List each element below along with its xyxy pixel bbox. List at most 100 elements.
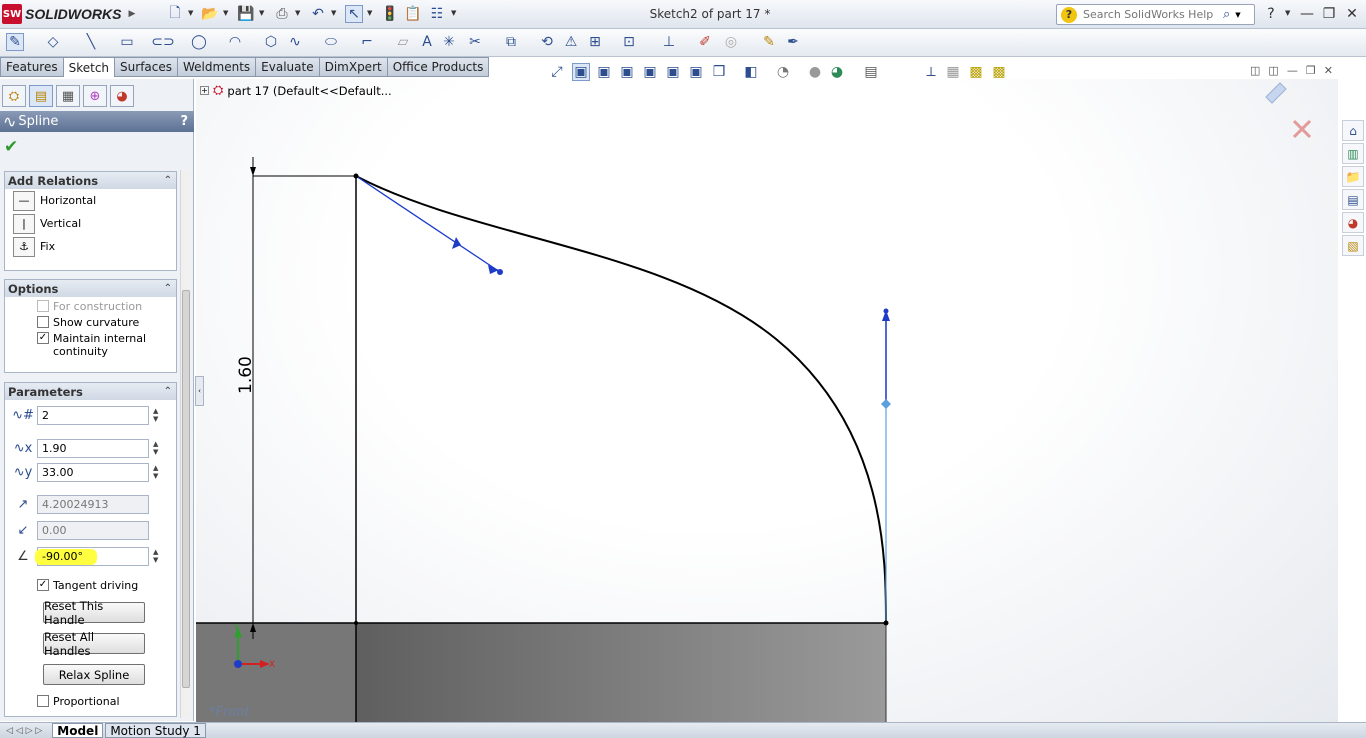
handle-diamond-end[interactable] [881,399,891,409]
tab-weldments[interactable]: Weldments [178,57,257,77]
parameters-header[interactable]: Parameters ⌃ [5,383,176,400]
text-icon[interactable]: A [418,33,436,51]
doc-minimize-icon[interactable]: — [1287,64,1298,80]
search-icon[interactable]: ⌕ [1223,7,1230,22]
dimension-value[interactable]: 1.60 [236,356,256,394]
polygon-icon[interactable]: ⬡ [262,33,280,51]
help-button[interactable]: ? [180,114,188,129]
corner-point[interactable] [354,621,358,625]
circle-icon[interactable]: ◯ [190,33,208,51]
doc-restore-icon[interactable]: ◫ [1250,64,1260,80]
exit-sketch-corner-icon[interactable] [1265,82,1287,104]
open-folder-icon[interactable]: 📂 [201,5,219,23]
dimxpert-manager-tab-icon[interactable]: ⊕ [83,85,107,107]
spline-curve[interactable] [355,175,887,624]
minimize-icon[interactable]: — [1298,5,1316,23]
handle-tip-point[interactable] [883,308,889,314]
repair-sketch-icon[interactable]: ✐ [696,33,714,51]
plane-icon[interactable]: ▱ [394,33,412,51]
warning-icon[interactable]: ⚠ [562,33,580,51]
file-properties-icon[interactable]: 📋 [404,5,422,23]
cancel-corner-icon[interactable] [1292,119,1312,139]
tab-features[interactable]: Features [0,57,64,77]
for-construction-checkbox[interactable]: For construction [5,300,176,313]
quick-snaps-icon[interactable]: ◎ [722,33,740,51]
search-box[interactable]: ? ⌕ ▼ [1056,4,1255,25]
options-icon[interactable]: ☷ [428,5,446,23]
rebuild-icon[interactable]: 🚦 [381,5,399,23]
pane-scrollbar[interactable] [180,170,191,718]
tab-sketch[interactable]: Sketch [63,57,116,77]
point-icon[interactable]: ✳ [440,33,458,51]
proportional-checkbox[interactable]: Proportional [5,695,120,708]
add-relations-header[interactable]: Add Relations ⌃ [5,172,176,189]
doc-maximize-icon[interactable]: ❐ [1306,64,1316,80]
relations-icon[interactable]: ⊥ [660,33,678,51]
view-palette-icon[interactable]: ▤ [1342,189,1364,210]
display-manager-tab-icon[interactable]: ◕ [110,85,134,107]
sketch-canvas[interactable]: 1.60 Y X [196,79,1338,724]
relation-horizontal[interactable]: — Horizontal [5,189,176,212]
print-icon[interactable]: ⎙ [273,5,291,23]
tangent-angle-field[interactable]: -90.00° [35,546,149,566]
rectangle-icon[interactable]: ▭ [118,33,136,51]
arc-icon[interactable]: ◠ [226,33,244,51]
fillet-icon[interactable]: ⌐ [358,33,376,51]
collapse-icon[interactable]: ⌃ [164,175,172,186]
mirror-icon[interactable]: ⟲ [538,33,556,51]
resources-home-icon[interactable]: ⌂ [1342,120,1364,141]
options-dropdown-icon[interactable]: ▼ [451,9,456,17]
collapse-pane-handle[interactable]: ‹ [195,376,204,406]
handle-diamond-start[interactable] [452,237,461,249]
slot-icon[interactable]: ⊂⊃ [151,33,174,51]
line-icon[interactable]: ╲ [82,33,100,51]
solidworks-logo[interactable]: SW SOLIDWORKS ▶ [2,3,135,25]
tangent-weight-2-field[interactable]: 0.00 [37,520,149,540]
open-dropdown-icon[interactable]: ▼ [223,9,228,17]
spin-icon[interactable]: ▲ ▼ [153,548,158,564]
instant2d-icon[interactable]: ✎ [760,33,778,51]
help-dropdown-icon[interactable]: ▼ [1285,9,1290,17]
scrollbar-thumb[interactable] [182,290,190,688]
select-dropdown-icon[interactable]: ▼ [367,9,372,17]
doc-tile-icon[interactable]: ◫ [1268,64,1278,80]
spline-handle-start[interactable] [355,175,501,273]
configuration-manager-tab-icon[interactable]: ▦ [56,85,80,107]
tab-scroll-arrows-icon[interactable]: ◁ ◁ ▷ ▷ [6,726,42,736]
select-pointer-icon[interactable]: ↖ [345,5,363,23]
sketch-ink-icon[interactable]: ✒ [784,33,802,51]
smart-dimension-icon[interactable]: ◇ [44,33,62,51]
reset-this-handle-button[interactable]: Reset This Handle [43,599,145,627]
feature-manager-tab-icon[interactable]: ⛭ [2,85,26,107]
options-header[interactable]: Options ⌃ [5,280,176,297]
handle-end-point[interactable] [497,269,503,275]
save-dropdown-icon[interactable]: ▼ [259,9,264,17]
spline-point-2[interactable] [883,620,889,626]
move-entities-icon[interactable]: ⊡ [620,33,638,51]
trim-icon[interactable]: ✂ [466,33,484,51]
tab-surfaces[interactable]: Surfaces [115,57,179,77]
new-document-icon[interactable]: 🗋 [166,5,184,23]
search-input[interactable] [1083,8,1223,21]
exit-sketch-icon[interactable]: ✎ [6,33,24,51]
offset-icon[interactable]: ⧉ [502,33,520,51]
doc-close-icon[interactable]: ✕ [1324,64,1333,80]
tab-office-products[interactable]: Office Products [387,57,490,77]
undo-icon[interactable]: ↶ [309,5,327,23]
help-icon[interactable]: ? [1262,5,1280,23]
tangent-weight-1-field[interactable]: 4.20024913 [37,494,149,514]
confirmation-corner[interactable] [1265,82,1312,139]
relation-fix[interactable]: ⚓ Fix [5,235,176,258]
custom-properties-icon[interactable]: ▧ [1342,235,1364,256]
ellipse-icon[interactable]: ⬭ [322,33,340,51]
print-dropdown-icon[interactable]: ▼ [295,9,300,17]
y-coordinate-field[interactable]: 33.00 [37,462,149,482]
relax-spline-button[interactable]: Relax Spline [43,664,145,685]
tab-dimxpert[interactable]: DimXpert [319,57,388,77]
save-icon[interactable]: 💾 [237,5,255,23]
relation-vertical[interactable]: | Vertical [5,212,176,235]
tab-evaluate[interactable]: Evaluate [256,57,320,77]
file-explorer-icon[interactable]: 📁 [1342,166,1364,187]
new-dropdown-icon[interactable]: ▼ [188,9,193,17]
property-manager-tab-icon[interactable]: ▤ [29,85,53,107]
